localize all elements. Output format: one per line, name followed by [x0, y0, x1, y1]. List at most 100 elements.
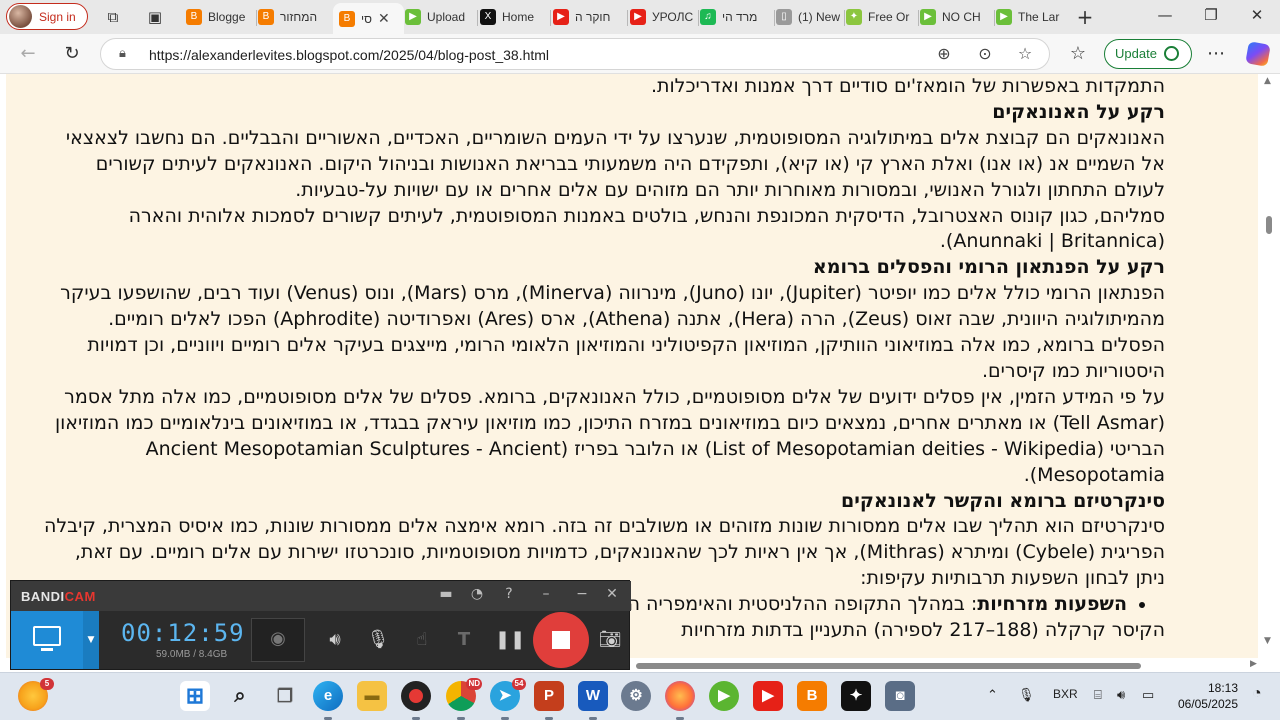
- url-text[interactable]: https://alexanderlevites.blogspot.com/20…: [149, 47, 549, 63]
- minimize-icon[interactable]: –: [537, 586, 555, 602]
- favorite-star-icon[interactable]: ☆: [1014, 44, 1036, 63]
- profile-sign-in-button[interactable]: Sign in: [6, 3, 88, 30]
- bandicam-logo: BANDICAM: [21, 589, 96, 604]
- timer-icon[interactable]: ◔: [468, 586, 486, 602]
- word-icon[interactable]: W: [578, 681, 608, 720]
- webcam-icon[interactable]: ◉: [251, 618, 305, 662]
- screenshot-icon[interactable]: 📷︎: [597, 629, 623, 650]
- bandicam-titlebar[interactable]: BANDICAM ▬ ◔ ? – − ✕: [11, 581, 631, 611]
- stop-recording-button[interactable]: [533, 612, 589, 668]
- zoom-icon[interactable]: ⊕: [933, 44, 955, 63]
- close-icon[interactable]: −: [573, 586, 591, 602]
- clock-time: 18:13: [1207, 681, 1238, 695]
- search-icon[interactable]: ⌕: [225, 681, 255, 711]
- firefox-icon[interactable]: [665, 681, 695, 720]
- extensions-icon[interactable]: ⊙: [974, 44, 996, 63]
- help-icon[interactable]: ?: [500, 586, 518, 602]
- tab-actions-icon[interactable]: ▣: [145, 7, 165, 27]
- ai-app-icon[interactable]: ✦: [841, 681, 871, 711]
- address-bar[interactable]: 🔒︎ https://alexanderlevites.blogspot.com…: [100, 38, 1050, 70]
- microphone-icon[interactable]: 🎙︎: [365, 629, 391, 650]
- tab-favicon-icon: ♫: [700, 9, 716, 25]
- rumble-icon[interactable]: ▶: [709, 681, 739, 711]
- tab-5[interactable]: X Home: [480, 4, 548, 30]
- badge: ND: [466, 678, 482, 690]
- bandicam-taskbar-icon[interactable]: [401, 681, 431, 720]
- tab-7[interactable]: ▶ УРОЛС: [630, 4, 696, 30]
- tab-2[interactable]: B המחזור: [258, 4, 328, 30]
- tab-favicon-icon: ▶: [553, 9, 569, 25]
- youtube-icon[interactable]: ▶: [753, 681, 783, 711]
- text-overlay-icon[interactable]: T: [451, 629, 477, 650]
- widgets-icon[interactable]: 5: [18, 678, 54, 711]
- tab-12[interactable]: ▶ The Lar: [996, 4, 1062, 30]
- vertical-scrollbar[interactable]: ▲ ▼: [1258, 74, 1280, 672]
- vertical-scroll-thumb[interactable]: [1266, 216, 1272, 234]
- tab-favicon-icon: X: [480, 9, 496, 25]
- tab-label: The Lar: [1018, 10, 1060, 24]
- tab-label: Blogge: [208, 10, 246, 24]
- scroll-down-icon[interactable]: ▼: [1264, 636, 1271, 646]
- camera-app-icon[interactable]: ◙: [885, 681, 915, 711]
- more-menu-icon[interactable]: ⋯: [1204, 42, 1228, 66]
- tab-favicon-icon: ▶: [405, 9, 421, 25]
- tab-6[interactable]: ▶ חוקר ה: [553, 4, 625, 30]
- paragraph: על פי המידע הזמין, אין פסלים ידועים של א…: [54, 385, 1165, 486]
- scroll-up-icon[interactable]: ▲: [1264, 76, 1271, 86]
- tab-8[interactable]: ♫ מרד הי: [700, 4, 772, 30]
- start-icon[interactable]: ⊞: [180, 681, 210, 711]
- refresh-icon[interactable]: ↻: [60, 42, 84, 66]
- blogger-icon[interactable]: B: [797, 681, 827, 711]
- tab-label: (1) New: [798, 10, 841, 24]
- recording-timer: 00:12:59: [121, 619, 245, 647]
- tab-11[interactable]: ▶ NO CH: [920, 4, 992, 30]
- tab-3[interactable]: B סי ✕: [333, 3, 404, 34]
- chrome-icon[interactable]: ND: [446, 678, 482, 720]
- paragraph: סמליהם, כגון קונוס האצטרובל, הדיסקית המכ…: [128, 204, 1165, 253]
- workspaces-icon[interactable]: ⧉: [103, 7, 123, 27]
- battery-icon[interactable]: ▭: [1142, 687, 1154, 703]
- file-explorer-icon[interactable]: ▬: [357, 681, 387, 711]
- restore-icon[interactable]: ❐: [1196, 6, 1226, 24]
- powerpoint-icon[interactable]: P: [534, 681, 564, 720]
- site-info-icon[interactable]: 🔒︎: [119, 46, 126, 61]
- speaker-icon[interactable]: 🔊︎: [322, 629, 348, 650]
- tab-favicon-icon: ▶: [920, 9, 936, 25]
- close-icon[interactable]: ✕: [603, 586, 621, 602]
- badge: 5: [40, 678, 54, 690]
- telegram-icon[interactable]: ➤ 54: [490, 678, 526, 720]
- article-content: התמקדות באפשרות של הומאז'ים סודיים דרך א…: [40, 74, 1165, 644]
- mode-dropdown[interactable]: ▼: [83, 611, 99, 669]
- tray-overflow-icon[interactable]: ⌃: [987, 687, 998, 703]
- scroll-right-icon[interactable]: ▶: [1250, 659, 1257, 669]
- close-window-icon[interactable]: ✕: [1242, 6, 1272, 24]
- copilot-icon[interactable]: [1245, 41, 1271, 67]
- close-tab-icon[interactable]: ✕: [378, 10, 390, 27]
- tab-favicon-icon: B: [258, 9, 274, 25]
- settings-icon[interactable]: ⚙: [621, 681, 651, 711]
- edge-icon[interactable]: e: [313, 681, 343, 720]
- microphone-icon[interactable]: 🎙︎: [1018, 687, 1035, 703]
- favorites-icon[interactable]: ☆: [1066, 42, 1090, 66]
- folder-icon[interactable]: ▬: [437, 586, 455, 602]
- update-button[interactable]: Update: [1104, 39, 1192, 69]
- task-view-icon[interactable]: ❐: [270, 681, 300, 711]
- network-icon[interactable]: ⌸: [1094, 687, 1102, 703]
- tab-9[interactable]: ▯ (1) New: [776, 4, 842, 30]
- pause-icon[interactable]: ❚❚: [495, 629, 525, 650]
- notifications-icon[interactable]: ◔: [1252, 685, 1262, 703]
- tab-10[interactable]: ✦ Free Or: [846, 4, 916, 30]
- tab-strip: Sign in ⧉ ▣ B Blogge B המחזור B סי ✕ ▶ Upload X Ho…: [0, 0, 1280, 34]
- horizontal-scroll-thumb[interactable]: [636, 663, 1141, 669]
- tab-1[interactable]: B Blogge: [186, 4, 254, 30]
- recording-size: 59.0MB / 8.4GB: [156, 649, 228, 660]
- back-icon[interactable]: ←: [16, 42, 40, 66]
- paragraph: הפנתאון הרומי כולל אלים כמו יופיטר (Jupi…: [60, 282, 1165, 382]
- volume-icon[interactable]: 🔊︎: [1117, 687, 1125, 703]
- new-tab-icon[interactable]: +: [1075, 7, 1095, 27]
- clock[interactable]: 18:13 06/05/2025: [1172, 680, 1238, 712]
- language-indicator[interactable]: BXR: [1053, 687, 1078, 701]
- mouse-click-icon[interactable]: ☝︎: [409, 629, 435, 650]
- tab-4[interactable]: ▶ Upload: [405, 4, 475, 30]
- minimize-icon[interactable]: —: [1150, 6, 1180, 24]
